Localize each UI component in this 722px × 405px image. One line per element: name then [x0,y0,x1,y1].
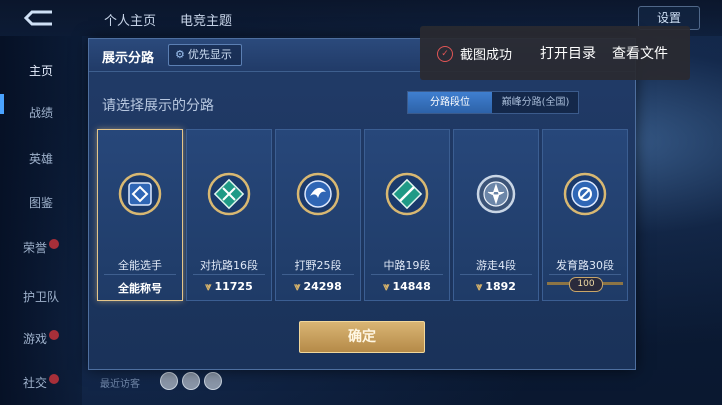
recent-visitors-label: 最近访客 [100,379,140,390]
notification-dot [49,330,59,340]
lane-name: 游走4段 [476,259,516,272]
sidebar-item-home[interactable]: 主页 [0,62,82,79]
tab-lane-rank[interactable]: 分路段位 [408,92,492,113]
sidebar-item-guide[interactable]: 图鉴 [0,194,82,211]
jungle-badge-icon [296,172,340,216]
priority-label: 优先显示 [187,48,232,61]
lane-card-allround[interactable]: 全能选手 全能称号 [97,129,183,301]
avatar[interactable] [204,372,222,390]
gear-icon: ⚙ [175,48,185,61]
lane-card-roam[interactable]: 游走4段 ⩔ 1892 [453,129,539,301]
divider [371,274,443,275]
confirm-button[interactable]: 确定 [299,321,425,353]
lane-score-row: ⩔ 14848 [365,280,449,294]
lane-score-row: ⩔ 1892 [454,280,538,294]
sidebar-item-label: 游戏 [22,332,47,346]
sidebar-item-label: 荣誉 [22,241,47,255]
lane-score-row: ⩔ 24298 [276,280,360,294]
tab-esports[interactable]: 电竞主题 [180,10,232,29]
divider [460,274,532,275]
sidebar-item-label: 图鉴 [28,196,53,210]
lane-name: 对抗路16段 [200,259,258,272]
toast-message: 截图成功 [460,48,513,63]
lane-name: 全能选手 [118,259,162,272]
lane-card-farm[interactable]: 发育路30段 100 [542,129,628,301]
priority-display-button[interactable]: ⚙ 优先显示 [168,44,242,66]
tab-peak-lane[interactable]: 巅峰分路(全国) [493,92,578,113]
sidebar-item-heroes[interactable]: 英雄 [0,150,82,167]
notification-dot [49,374,59,384]
sidebar-item-social[interactable]: 社交 [0,374,82,391]
roam-badge-icon [476,174,516,214]
sidebar-item-record[interactable]: 战绩 [0,104,82,121]
notification-dot [49,239,59,249]
lane-score: 全能称号 [118,282,162,295]
sidebar-item-guard[interactable]: 护卫队 [0,288,82,305]
lane-score: 11725 [214,280,253,293]
allround-badge-icon [118,172,162,216]
chevron-up-icon: ⩔ [383,280,390,293]
view-file-link[interactable]: 查看文件 [612,43,668,63]
sidebar-item-honor[interactable]: 荣誉 [0,239,82,256]
check-circle-icon: ✓ [437,46,453,62]
ranking-segmented-control: 分路段位 巅峰分路(全国) [407,91,579,114]
chevron-up-icon: ⩔ [294,280,301,293]
lane-score-row: ⩔ 11725 [187,280,271,294]
sidebar: 主页 战绩 英雄 图鉴 荣誉 护卫队 游戏 社交 [0,36,82,405]
sidebar-item-label: 主页 [28,64,53,78]
visitor-avatars [160,372,226,394]
lane-score: 1892 [485,280,516,293]
lane-display-dialog: 展示分路 ⚙ 优先显示 请选择展示的分路 分路段位 巅峰分路(全国) 全能选手 全… [88,38,636,370]
lane-card-jungle[interactable]: 打野25段 ⩔ 24298 [275,129,361,301]
tab-profile[interactable]: 个人主页 [104,10,156,29]
select-prompt: 请选择展示的分路 [102,98,214,114]
dialog-title: 展示分路 [102,51,155,66]
divider [104,274,176,275]
lane-score: 24298 [303,280,342,293]
divider [549,274,621,275]
sidebar-item-label: 战绩 [28,106,53,120]
screenshot-toast: ✓ 截图成功 打开目录 查看文件 [420,26,690,80]
back-icon[interactable] [22,8,56,28]
chevron-up-icon: ⩔ [205,280,212,293]
lane-name: 中路19段 [383,259,431,272]
chevron-up-icon: ⩔ [476,280,483,293]
sidebar-item-games[interactable]: 游戏 [0,330,82,347]
lane-card-clash[interactable]: 对抗路16段 ⩔ 11725 [186,129,272,301]
lane-name: 发育路30段 [556,259,614,272]
sidebar-item-label: 护卫队 [22,290,59,304]
rank-plate-badge: 100 [569,277,603,292]
divider [193,274,265,275]
mid-lane-badge-icon [385,172,429,216]
open-directory-link[interactable]: 打开目录 [540,43,596,63]
avatar[interactable] [182,372,200,390]
sidebar-item-label: 英雄 [28,152,53,166]
avatar[interactable] [160,372,178,390]
sidebar-item-label: 社交 [22,376,47,390]
farm-lane-badge-icon [563,172,607,216]
lane-card-mid[interactable]: 中路19段 ⩔ 14848 [364,129,450,301]
clash-lane-badge-icon [207,172,251,216]
lane-score: 14848 [392,280,431,293]
divider [282,274,354,275]
lane-name: 打野25段 [294,259,342,272]
